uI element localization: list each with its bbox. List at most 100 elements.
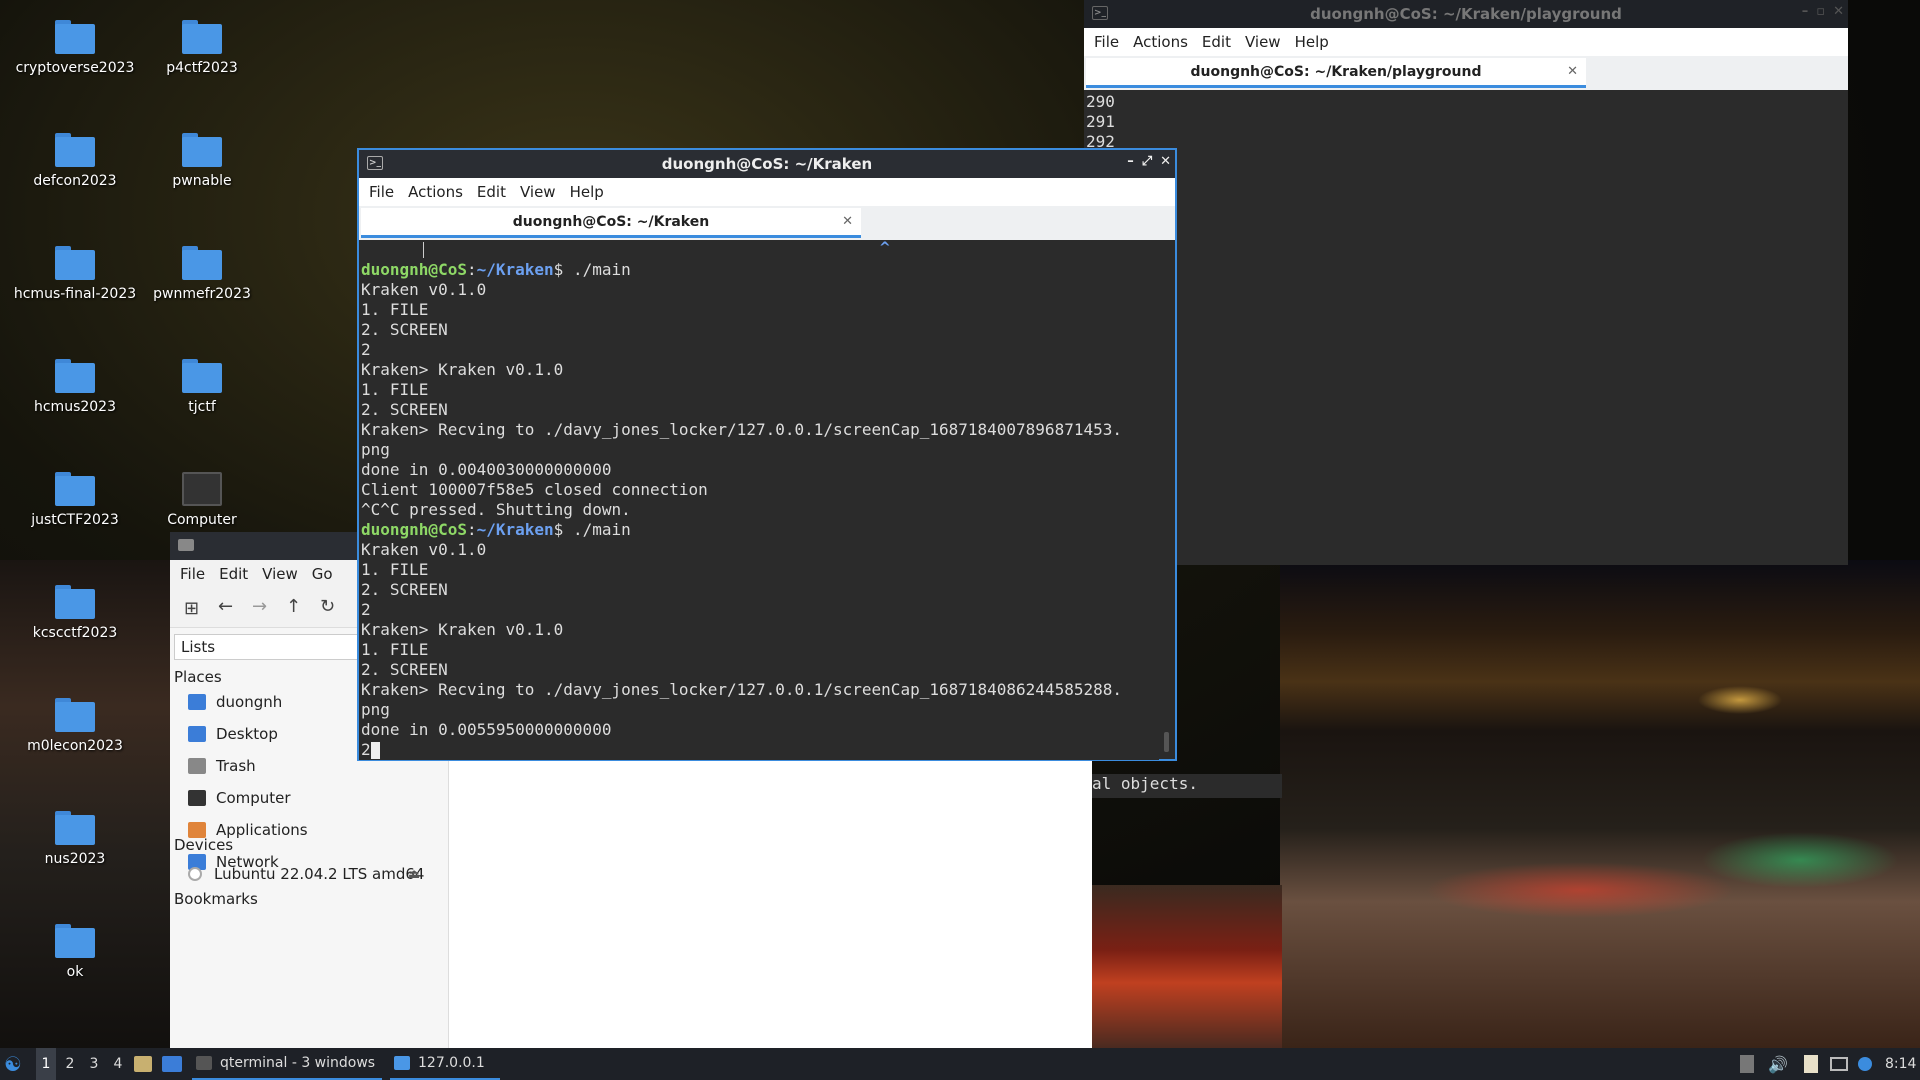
terminal-window-kraken[interactable]: >_ duongnh@CoS: ~/Kraken – ⤢ ✕ File Actio… — [357, 148, 1177, 761]
close-icon[interactable]: ✕ — [1160, 154, 1171, 169]
new-tab-icon[interactable]: ⊞ — [184, 598, 199, 619]
tab-close-icon[interactable]: ✕ — [1567, 64, 1578, 79]
terminal-window-playground[interactable]: >_ duongnh@CoS: ~/Kraken/playground – ▫ … — [1084, 0, 1848, 565]
desktop-icon-label: cryptoverse2023 — [15, 60, 135, 76]
wallpaper-city-scene — [1280, 560, 1920, 1048]
desktop-icon-label: defcon2023 — [33, 173, 117, 189]
folder-icon — [55, 20, 95, 54]
terminal-text: Kraken v0.1.0 — [361, 280, 487, 299]
title-bar[interactable]: >_ duongnh@CoS: ~/Kraken/playground – ▫ … — [1084, 0, 1848, 28]
minimize-icon[interactable]: – — [1802, 4, 1809, 19]
terminal-prompt-line: duongnh@CoS:~/Kraken$ ./main — [361, 520, 1159, 540]
terminal-line: done in 0.0055950000000000 — [361, 720, 1159, 740]
terminal-line: 292 — [1086, 132, 1115, 151]
menu-item-file[interactable]: File — [180, 565, 205, 583]
sidebar-item-device[interactable]: Lubuntu 22.04.2 LTS amd64 ⏏ — [188, 862, 424, 886]
terminal-line: 291 — [1086, 112, 1115, 131]
menu-item-view[interactable]: View — [1245, 33, 1281, 51]
desktop-launcher-icon[interactable] — [162, 1048, 182, 1080]
eject-icon[interactable]: ⏏ — [408, 867, 420, 882]
menu-item-file[interactable]: File — [369, 183, 394, 201]
desktop-icon[interactable]: defcon2023 — [10, 133, 140, 189]
sidebar-item-computer[interactable]: Computer — [188, 786, 291, 810]
terminal-text: 2. SCREEN — [361, 400, 448, 419]
maximize-icon[interactable]: ▫ — [1816, 4, 1825, 19]
desktop-icon[interactable]: kcscctf2023 — [10, 585, 140, 641]
terminal-line: 1. FILE — [361, 640, 1159, 660]
title-bar[interactable]: >_ duongnh@CoS: ~/Kraken – ⤢ ✕ — [359, 150, 1175, 178]
desktop-icon[interactable]: tjctf — [137, 359, 267, 415]
workspace-4[interactable]: 4 — [108, 1048, 128, 1080]
task-button-2[interactable]: 127.0.0.1 — [390, 1048, 500, 1080]
tray-notes-icon[interactable] — [1740, 1048, 1754, 1080]
volume-icon[interactable]: 🔊 — [1768, 1048, 1788, 1080]
terminal-text: Kraken> Recving to ./davy_jones_locker/1… — [361, 420, 1122, 439]
menu-item-help[interactable]: Help — [570, 183, 604, 201]
view-selector[interactable]: Lists — [174, 634, 374, 660]
desktop-icon[interactable]: m0lecon2023 — [10, 698, 140, 754]
terminal-line: Kraken v0.1.0 — [361, 280, 1159, 300]
menu-item-go[interactable]: Go — [312, 565, 333, 583]
menu-bar: File Actions Edit View Help — [1084, 28, 1848, 56]
tab-close-icon[interactable]: ✕ — [842, 214, 853, 229]
sidebar-item-trash[interactable]: Trash — [188, 754, 256, 778]
reload-icon[interactable]: ↻ — [320, 596, 335, 617]
terminal-scrollbar[interactable] — [1164, 732, 1169, 752]
desktop-icon[interactable]: p4ctf2023 — [137, 20, 267, 76]
back-icon[interactable]: ← — [218, 596, 233, 617]
menu-item-actions[interactable]: Actions — [1133, 33, 1188, 51]
terminal-text: 1. FILE — [361, 560, 429, 579]
terminal-line: 290 — [1086, 92, 1115, 111]
desktop-icon[interactable]: pwnable — [137, 133, 267, 189]
terminal-line: Kraken v0.1.0 — [361, 540, 1159, 560]
sidebar-item-label: Computer — [216, 789, 291, 807]
up-icon[interactable]: ↑ — [286, 596, 301, 617]
terminal-text: Kraken> Kraken v0.1.0 — [361, 620, 564, 639]
menu-item-file[interactable]: File — [1094, 33, 1119, 51]
close-icon[interactable]: ✕ — [1833, 4, 1844, 19]
menu-item-edit[interactable]: Edit — [477, 183, 506, 201]
minimize-icon[interactable]: – — [1127, 154, 1134, 169]
desktop-icon[interactable]: ok — [10, 924, 140, 980]
desktop-icon[interactable]: hcmus-final-2023 — [10, 246, 140, 302]
task-button-1[interactable]: qterminal - 3 windows — [192, 1048, 382, 1080]
desktop-icon[interactable]: nus2023 — [10, 811, 140, 867]
display-icon[interactable] — [1830, 1048, 1848, 1080]
sidebar-item-duongnh[interactable]: duongnh — [188, 690, 282, 714]
workspace-2[interactable]: 2 — [60, 1048, 80, 1080]
start-menu-icon[interactable]: ☯ — [4, 1048, 28, 1080]
terminal-text: 1. FILE — [361, 300, 429, 319]
maximize-icon[interactable]: ⤢ — [1142, 154, 1152, 169]
terminal-output[interactable]: 290 291 292 — [1084, 92, 1848, 565]
network-tray-icon[interactable] — [1858, 1048, 1872, 1080]
desktop-icon[interactable]: justCTF2023 — [10, 472, 140, 528]
folder-icon — [55, 472, 95, 506]
workspace-3[interactable]: 3 — [84, 1048, 104, 1080]
file-manager-launcher-icon[interactable] — [134, 1048, 152, 1080]
menu-item-edit[interactable]: Edit — [219, 565, 248, 583]
menu-item-actions[interactable]: Actions — [408, 183, 463, 201]
terminal-line: 1. FILE — [361, 560, 1159, 580]
desktop-icon[interactable]: cryptoverse2023 — [10, 20, 140, 76]
menu-item-view[interactable]: View — [520, 183, 556, 201]
forward-icon[interactable]: → — [252, 596, 267, 617]
terminal-output[interactable]: duongnh@CoS:~/Kraken$ ./main Kraken v0.1.… — [359, 260, 1159, 760]
menu-item-edit[interactable]: Edit — [1202, 33, 1231, 51]
prompt-user: duongnh@CoS — [361, 260, 467, 279]
folder-icon — [182, 20, 222, 54]
menu-item-help[interactable]: Help — [1295, 33, 1329, 51]
desktop-icon[interactable]: hcmus2023 — [10, 359, 140, 415]
clipboard-icon[interactable] — [1804, 1048, 1818, 1080]
folder-icon — [182, 133, 222, 167]
desktop-icon[interactable]: pwnmefr2023 — [137, 246, 267, 302]
sidebar-item-desktop[interactable]: Desktop — [188, 722, 278, 746]
terminal-text: Kraken> Recving to ./davy_jones_locker/1… — [361, 680, 1122, 699]
workspace-1[interactable]: 1 — [36, 1048, 56, 1080]
tab-kraken[interactable]: duongnh@CoS: ~/Kraken ✕ — [361, 208, 861, 238]
tab-playground[interactable]: duongnh@CoS: ~/Kraken/playground ✕ — [1086, 58, 1586, 88]
menu-item-view[interactable]: View — [262, 565, 298, 583]
clock[interactable]: 8:14 — [1885, 1048, 1916, 1080]
task-label: qterminal - 3 windows — [220, 1055, 376, 1071]
prompt-command: $ ./main — [553, 260, 631, 279]
desktop-icon[interactable]: Computer — [137, 472, 267, 528]
